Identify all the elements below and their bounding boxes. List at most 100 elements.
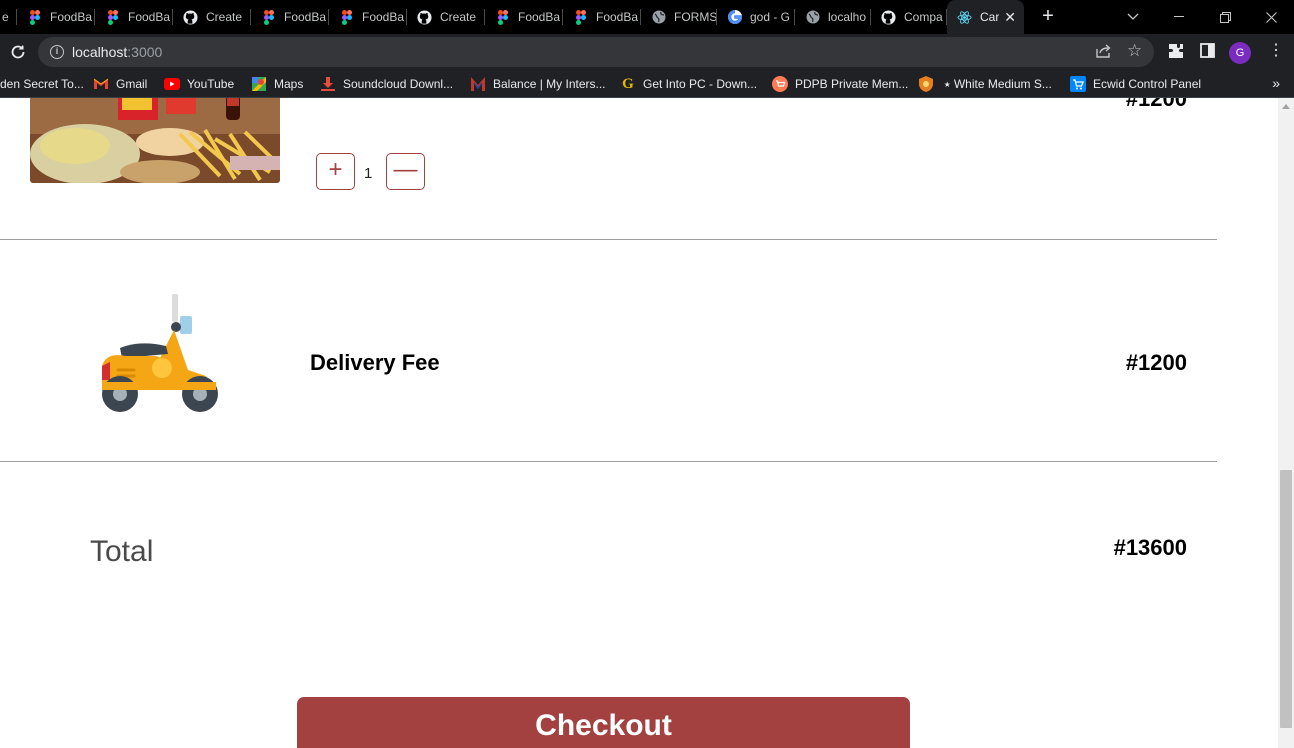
figma-icon	[261, 9, 276, 25]
balance-icon	[470, 76, 486, 92]
url-host: localhost	[72, 44, 128, 60]
scooter-icon	[96, 294, 226, 412]
tab-4[interactable]: FoodBa	[251, 0, 329, 34]
tab-title: FoodBa	[518, 10, 561, 24]
figma-icon	[495, 9, 510, 25]
bookmarks-bar: den Secret To... Gmail YouTube Maps Soun…	[0, 70, 1294, 98]
tab-1[interactable]: FoodBa	[17, 0, 95, 34]
bookmark-youtube[interactable]: YouTube	[164, 76, 234, 92]
youtube-icon	[164, 76, 180, 92]
bookmark-getintopc[interactable]: G Get Into PC - Down...	[620, 76, 757, 92]
tab-title: Create	[206, 10, 243, 24]
tab-title: Car	[980, 10, 1000, 24]
bookmark-label: den Secret To...	[0, 77, 84, 91]
share-icon[interactable]	[1096, 44, 1111, 61]
bookmark-pdpb[interactable]: PDPB Private Mem...	[772, 76, 908, 92]
site-info-icon[interactable]: i	[50, 45, 64, 59]
tab-title: FORMS	[674, 10, 717, 24]
decrease-quantity-button[interactable]: —	[386, 153, 425, 190]
figma-icon	[27, 9, 42, 25]
tab-search-icon[interactable]	[1110, 0, 1156, 34]
new-tab-button[interactable]: +	[1038, 6, 1058, 26]
scroll-up-arrow-icon[interactable]	[1282, 104, 1290, 109]
tab-9[interactable]: FORMS	[641, 0, 717, 34]
bookmark-star-icon[interactable]: ☆	[1127, 41, 1142, 61]
food-item-image	[30, 98, 280, 183]
bookmark-label: Ecwid Control Panel	[1093, 77, 1202, 91]
reload-icon[interactable]	[6, 40, 30, 64]
bookmark-shield[interactable]	[918, 76, 941, 92]
bookmark-soundcloud[interactable]: Soundcloud Downl...	[320, 76, 453, 92]
page-viewport: #1200 + 1 — Delivery Fee #1200 Total #13	[0, 98, 1294, 748]
bookmark-label: ⭑ White Medium S...	[944, 76, 1052, 91]
bookmark-white-medium[interactable]: ⭑ White Medium S...	[944, 76, 1052, 92]
delivery-fee-label: Delivery Fee	[310, 350, 440, 375]
checkout-button[interactable]: Checkout	[297, 697, 910, 748]
tab-title: FoodBa	[128, 10, 171, 24]
tab-10[interactable]: god - G	[717, 0, 795, 34]
tab-12[interactable]: Compa	[871, 0, 947, 34]
bookmark-label: Soundcloud Downl...	[343, 77, 454, 91]
bookmark-label: PDPB Private Mem...	[795, 77, 909, 91]
figma-icon	[573, 9, 588, 25]
browser-toolbar: i localhost:3000 ☆ G ⋮	[0, 34, 1294, 70]
divider	[0, 239, 1217, 240]
tab-title: e	[2, 10, 9, 24]
gmail-icon	[93, 76, 109, 92]
bookmark-label: YouTube	[187, 77, 235, 91]
tab-5[interactable]: FoodBa	[329, 0, 407, 34]
item-price: #1200	[1125, 98, 1187, 111]
more-bookmarks-button[interactable]: »	[1272, 75, 1280, 91]
bookmark-gmail[interactable]: Gmail	[93, 76, 147, 92]
shield-icon	[918, 76, 934, 92]
bookmark-balance[interactable]: Balance | My Inters...	[470, 76, 606, 92]
close-tab-icon[interactable]: ✕	[1004, 9, 1016, 26]
close-window-icon[interactable]	[1248, 0, 1294, 34]
tab-6[interactable]: Create	[407, 0, 485, 34]
tab-11[interactable]: localho	[795, 0, 871, 34]
bookmark-ecwid[interactable]: Ecwid Control Panel	[1070, 76, 1201, 92]
tab-list: e FoodBa FoodBa Create FoodBa FoodBa Cre…	[0, 0, 1024, 34]
bookmark-label: Get Into PC - Down...	[643, 77, 758, 91]
github-icon	[881, 9, 896, 25]
react-icon	[957, 10, 972, 25]
restore-icon[interactable]	[1202, 0, 1248, 34]
tab-13-active[interactable]: Car ✕	[947, 0, 1024, 34]
vertical-scrollbar[interactable]	[1278, 98, 1294, 748]
tab-title: FoodBa	[596, 10, 639, 24]
side-panel-icon[interactable]	[1200, 43, 1215, 63]
getintopc-icon: G	[622, 75, 634, 92]
github-icon	[417, 9, 432, 25]
bookmark-label: Maps	[274, 77, 304, 91]
ecwid-icon	[1070, 76, 1086, 92]
quantity-value: 1	[364, 165, 373, 182]
tab-title: FoodBa	[284, 10, 327, 24]
minimize-icon[interactable]	[1156, 0, 1202, 34]
tab-title: Create	[440, 10, 477, 24]
increase-quantity-button[interactable]: +	[316, 153, 355, 190]
profile-avatar[interactable]: G	[1229, 42, 1251, 64]
tab-8[interactable]: FoodBa	[563, 0, 641, 34]
bookmark-maps[interactable]: Maps	[251, 76, 303, 92]
tab-0[interactable]: e	[0, 0, 17, 34]
tab-3[interactable]: Create	[173, 0, 251, 34]
total-label: Total	[90, 535, 154, 568]
tab-title: FoodBa	[362, 10, 405, 24]
bookmark-0[interactable]: den Secret To...	[0, 76, 84, 92]
delivery-fee-price: #1200	[1125, 350, 1187, 375]
extensions-icon[interactable]	[1168, 43, 1184, 64]
tab-2[interactable]: FoodBa	[95, 0, 173, 34]
download-icon	[320, 76, 336, 92]
bookmark-label: Gmail	[116, 77, 148, 91]
browser-menu-icon[interactable]: ⋮	[1268, 42, 1284, 60]
address-bar[interactable]: i localhost:3000 ☆	[38, 37, 1154, 67]
globe-icon	[651, 10, 666, 25]
tab-title: Compa	[904, 10, 943, 24]
bookmark-label: Balance | My Inters...	[493, 77, 606, 91]
cart-icon	[772, 76, 788, 92]
tab-title: FoodBa	[50, 10, 93, 24]
tab-7[interactable]: FoodBa	[485, 0, 563, 34]
figma-icon	[339, 9, 354, 25]
scrollbar-thumb[interactable]	[1280, 470, 1292, 728]
globe-icon	[805, 10, 820, 25]
